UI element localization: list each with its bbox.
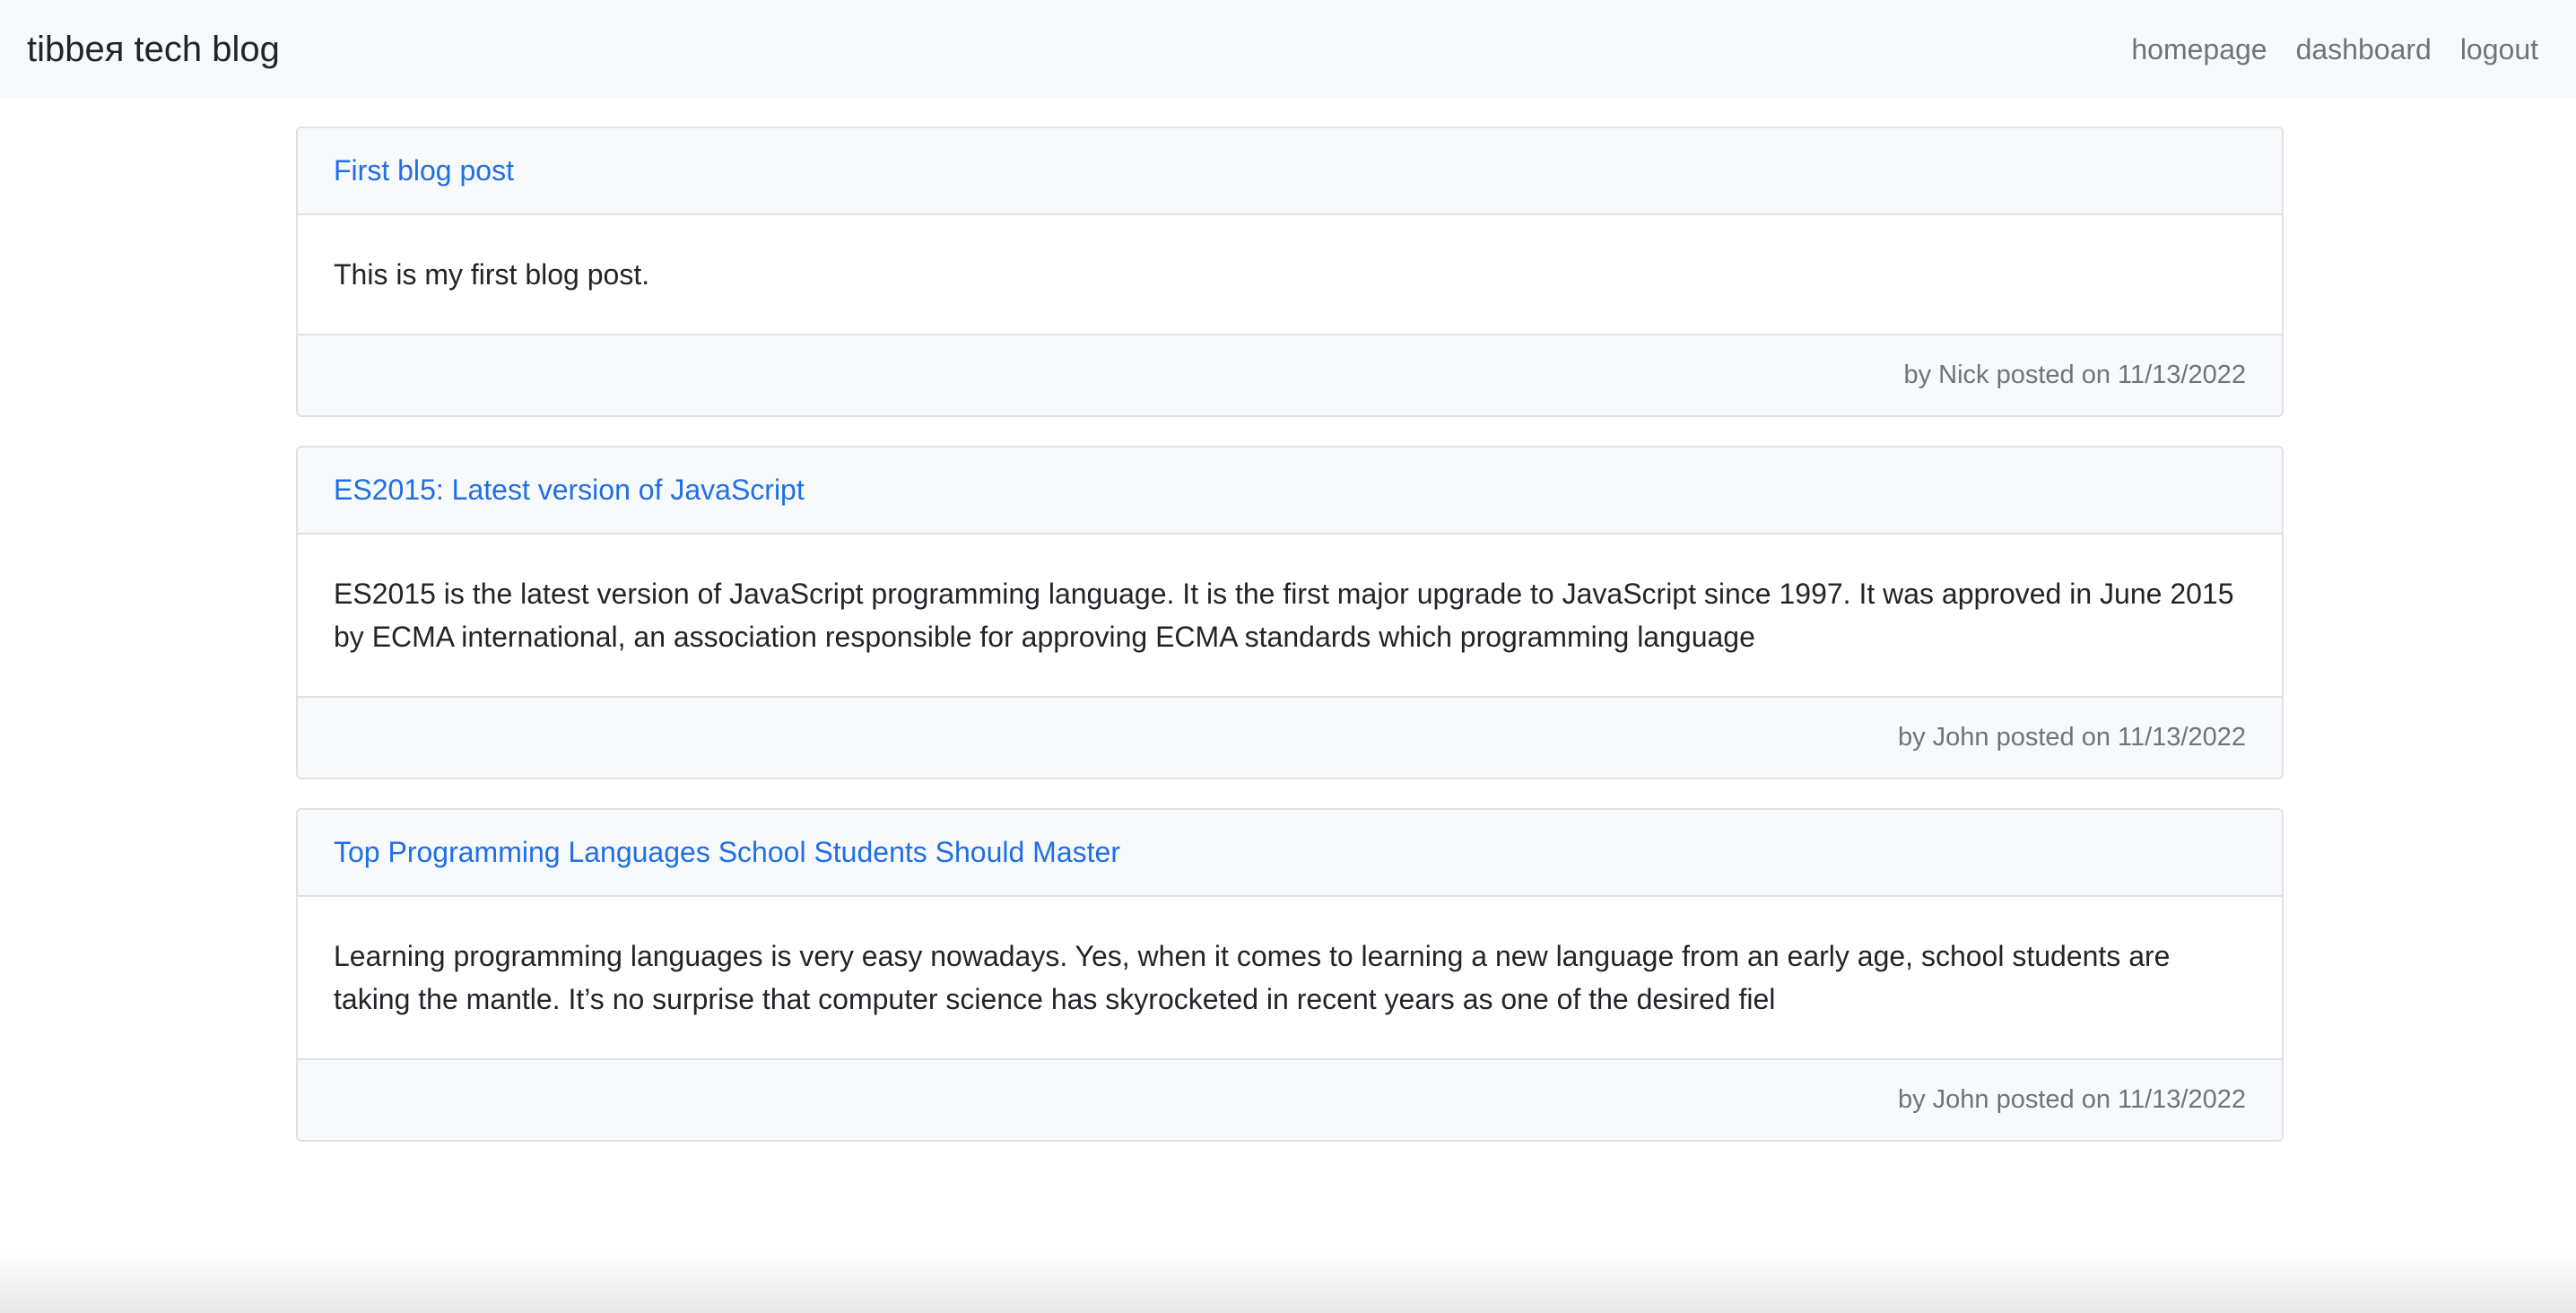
post-meta: by Nick posted on 11/13/2022 [298,334,2282,415]
post-card-header: ES2015: Latest version of JavaScript [298,448,2282,535]
nav-dashboard-link[interactable]: dashboard [2296,33,2432,66]
post-content: ES2015 is the latest version of JavaScri… [334,578,2234,653]
post-card: ES2015: Latest version of JavaScript ES2… [296,446,2284,779]
post-card-header: First blog post [298,128,2282,215]
post-content: Learning programming languages is very e… [334,940,2171,1015]
post-title-link[interactable]: ES2015: Latest version of JavaScript [334,474,805,507]
post-card-header: Top Programming Languages School Student… [298,810,2282,897]
post-card: First blog post This is my first blog po… [296,126,2284,417]
post-title-link[interactable]: Top Programming Languages School Student… [334,836,1120,869]
post-card: Top Programming Languages School Student… [296,808,2284,1142]
site-brand-link[interactable]: tibbeя tech blog [27,30,280,70]
navbar: tibbeя tech blog homepage dashboard logo… [0,0,2576,99]
posts-list: First blog post This is my first blog po… [296,126,2284,1170]
post-meta: by John posted on 11/13/2022 [298,696,2282,778]
nav-links: homepage dashboard logout [2102,33,2538,66]
bottom-shadow [0,1250,2576,1313]
nav-logout-link[interactable]: logout [2460,33,2538,66]
post-meta: by John posted on 11/13/2022 [298,1058,2282,1140]
post-title-link[interactable]: First blog post [334,154,514,187]
nav-homepage-link[interactable]: homepage [2131,33,2267,66]
post-content: This is my first blog post. [334,258,650,291]
